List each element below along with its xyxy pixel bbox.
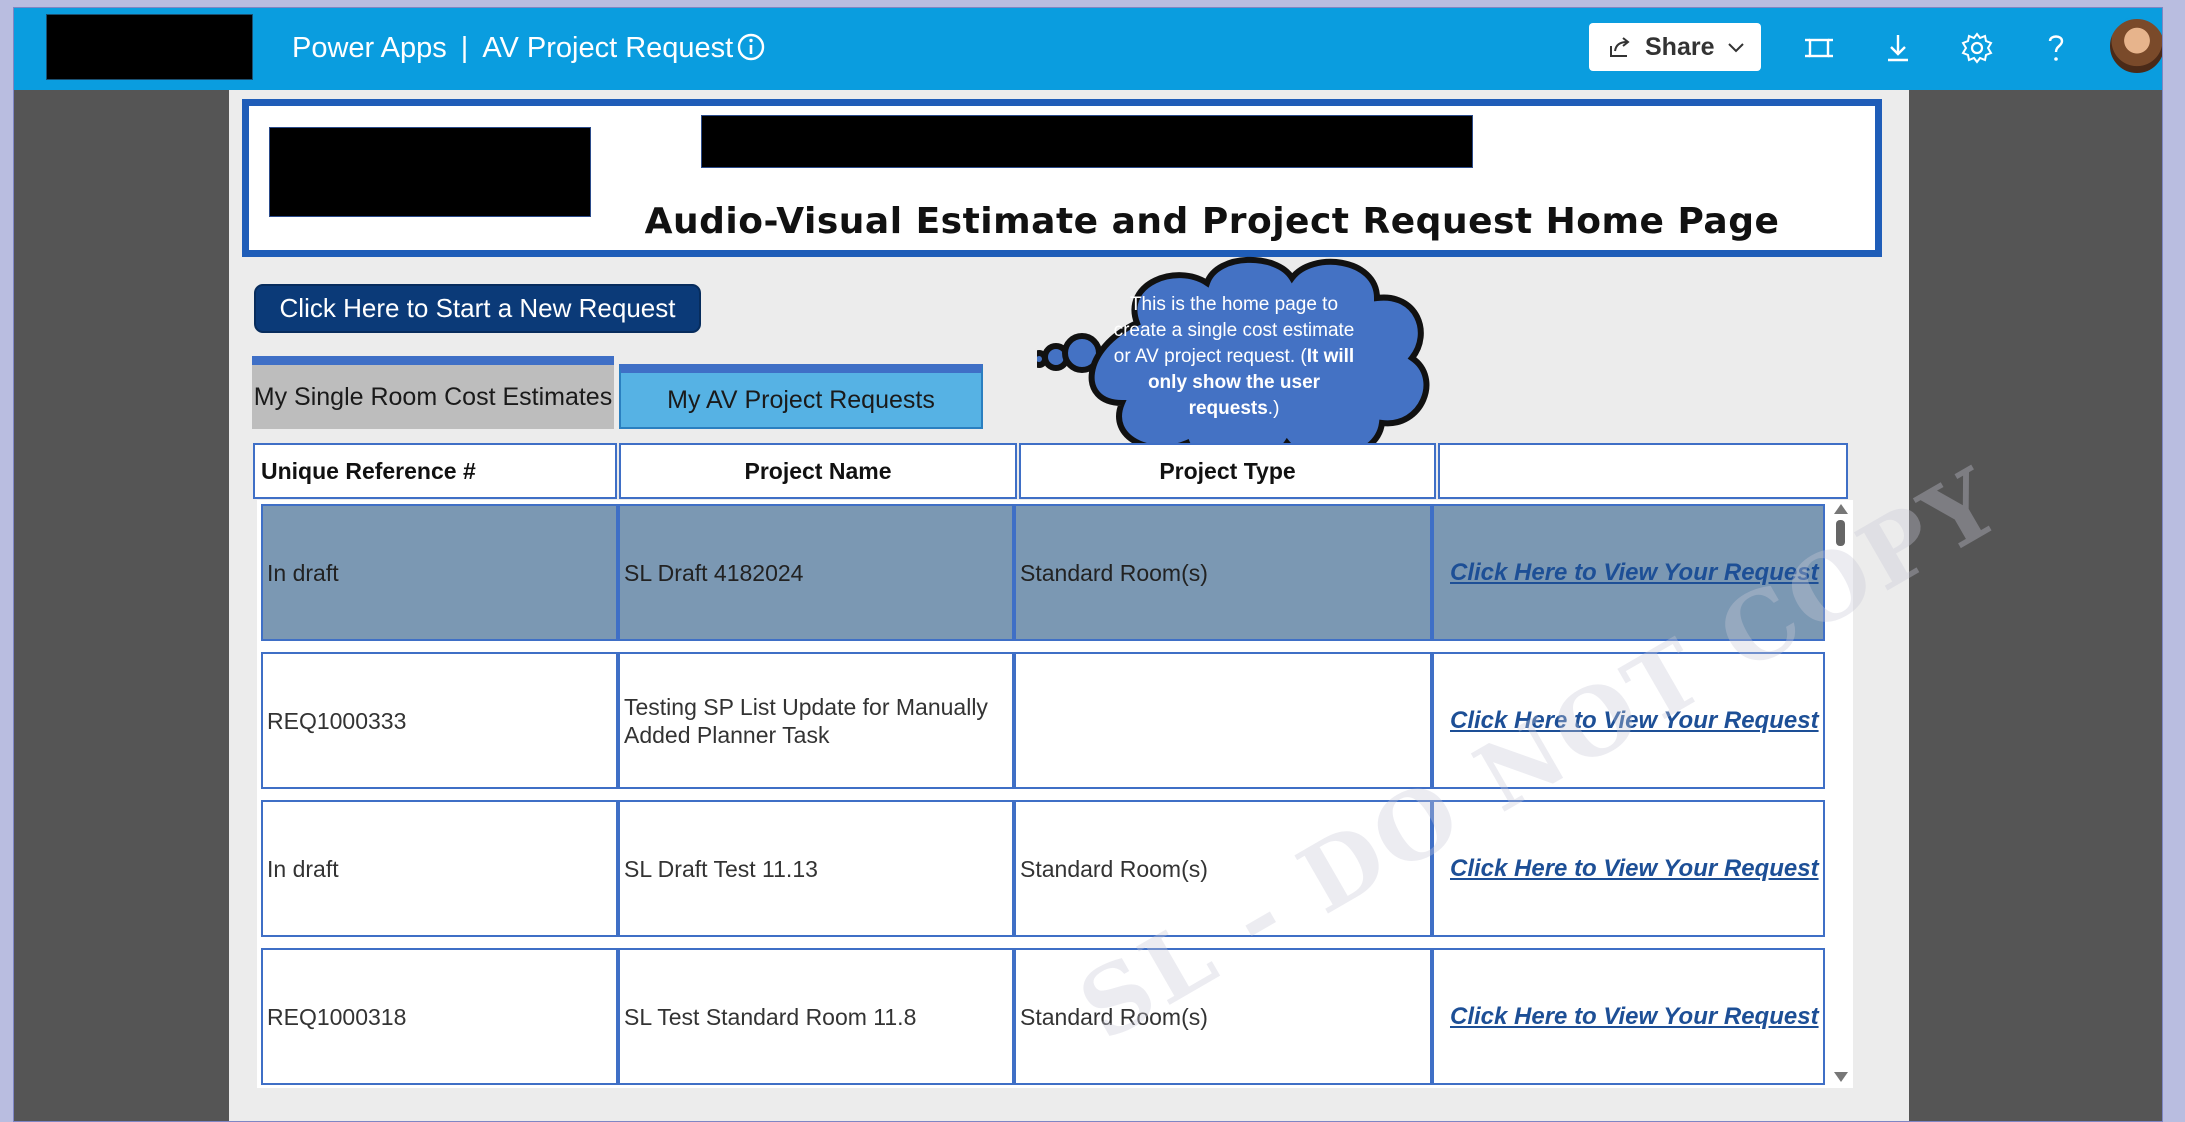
cell-link: Click Here to View Your Request (1432, 652, 1825, 789)
info-icon[interactable] (734, 30, 768, 64)
cell-project-name: SL Test Standard Room 11.8 (618, 948, 1014, 1085)
column-header-reference: Unique Reference # (253, 443, 617, 499)
avatar[interactable] (2108, 17, 2162, 75)
view-request-link[interactable]: Click Here to View Your Request (1450, 559, 1819, 587)
cell-reference: In draft (261, 800, 618, 937)
start-new-request-button[interactable]: Click Here to Start a New Request (254, 284, 701, 333)
view-request-link[interactable]: Click Here to View Your Request (1450, 707, 1819, 735)
table-row[interactable]: REQ1000318 SL Test Standard Room 11.8 St… (261, 948, 1825, 1085)
cell-project-name: SL Draft 4182024 (618, 504, 1014, 641)
callout-text: This is the home page to create a single… (1109, 292, 1359, 422)
share-label: Share (1645, 32, 1715, 61)
tab-single-room-cost-estimates[interactable]: My Single Room Cost Estimates (252, 356, 614, 429)
view-request-link[interactable]: Click Here to View Your Request (1450, 1003, 1819, 1031)
cell-reference: In draft (261, 504, 618, 641)
cell-project-type: Standard Room(s) (1014, 800, 1432, 937)
table-row[interactable]: In draft SL Draft Test 11.13 Standard Ro… (261, 800, 1825, 937)
gallery-scrollbar[interactable] (1831, 500, 1849, 1088)
header-banner: Audio-Visual Estimate and Project Reques… (242, 99, 1882, 257)
help-icon[interactable] (2038, 30, 2074, 66)
top-app-bar: Power Apps | AV Project Request Share (14, 8, 2162, 90)
cell-reference: REQ1000333 (261, 652, 618, 789)
scroll-down-arrow-icon[interactable] (1834, 1072, 1848, 1082)
requests-gallery[interactable]: In draft SL Draft 4182024 Standard Room(… (257, 500, 1853, 1088)
tab-av-project-requests[interactable]: My AV Project Requests (619, 364, 983, 429)
table-row[interactable]: In draft SL Draft 4182024 Standard Room(… (261, 504, 1825, 641)
gear-icon[interactable] (1959, 30, 1995, 66)
view-request-link[interactable]: Click Here to View Your Request (1450, 855, 1819, 883)
app-name: AV Project Request (482, 32, 734, 64)
cell-link: Click Here to View Your Request (1432, 504, 1825, 641)
table-row[interactable]: REQ1000333 Testing SP List Update for Ma… (261, 652, 1825, 789)
page-title: Audio-Visual Estimate and Project Reques… (644, 201, 1780, 242)
scroll-up-arrow-icon[interactable] (1834, 504, 1848, 514)
share-icon (1610, 37, 1630, 57)
cell-reference: REQ1000318 (261, 948, 618, 1085)
column-header-project-type: Project Type (1019, 443, 1436, 499)
scroll-thumb[interactable] (1836, 520, 1845, 546)
callout-text-end: .) (1267, 398, 1280, 419)
app-title: Power Apps | AV Project Request (292, 32, 733, 65)
chevron-down-icon (1728, 43, 1745, 53)
column-header-project-name: Project Name (619, 443, 1017, 499)
title-separator: | (460, 32, 469, 64)
product-name: Power Apps (292, 32, 447, 64)
cell-project-type: Standard Room(s) (1014, 504, 1432, 641)
redacted-logo (46, 14, 253, 80)
app-window: Power Apps | AV Project Request Share Au… (13, 7, 2163, 1122)
cell-project-type (1014, 652, 1432, 789)
cell-link: Click Here to View Your Request (1432, 948, 1825, 1085)
gallery-header-row: Unique Reference # Project Name Project … (253, 443, 1850, 499)
column-header-actions (1438, 443, 1848, 499)
cell-link: Click Here to View Your Request (1432, 800, 1825, 937)
cell-project-name: SL Draft Test 11.13 (618, 800, 1014, 937)
download-icon[interactable] (1880, 30, 1916, 66)
app-canvas: Audio-Visual Estimate and Project Reques… (229, 90, 2018, 1121)
cell-project-name: Testing SP List Update for Manually Adde… (618, 652, 1014, 789)
share-button[interactable]: Share (1589, 23, 1761, 71)
redacted-banner-text (701, 115, 1473, 168)
fit-screen-icon[interactable] (1801, 30, 1837, 66)
cell-project-type: Standard Room(s) (1014, 948, 1432, 1085)
